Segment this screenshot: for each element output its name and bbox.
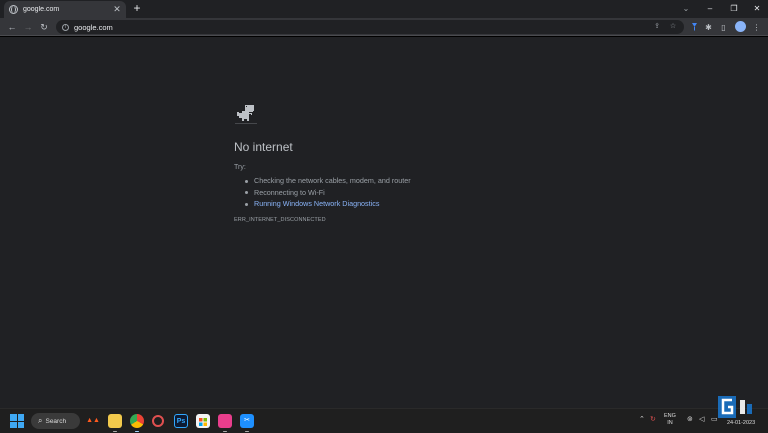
window-close-icon[interactable]: ✕ (745, 0, 768, 18)
maximize-icon[interactable]: ❐ (722, 0, 746, 18)
language-indicator[interactable]: ENG IN (664, 413, 676, 427)
start-tile (10, 421, 17, 428)
arrow-left-icon[interactable]: ← (5, 20, 19, 34)
chrome-icon[interactable] (130, 414, 144, 432)
file-explorer-icon[interactable] (108, 414, 122, 432)
kebab-menu-icon[interactable]: ⋮ (751, 22, 762, 33)
volume-icon[interactable]: ◁ (699, 415, 704, 423)
extension-pin-icon[interactable] (689, 22, 700, 33)
error-page: No internet Try: Checking the network ca… (0, 37, 768, 408)
error-code: ERR_INTERNET_DISCONNECTED (234, 217, 326, 223)
arrow-right-icon[interactable]: → (21, 20, 35, 34)
start-tile (17, 414, 24, 421)
search-label: Search (45, 417, 67, 425)
reload-icon[interactable]: ↻ (37, 20, 51, 34)
taskbar: ⌕ Search ▲▲ Ps ✂ ⌃ ↻ ENG IN ⊚ ◁ ▭ 24-01-… (0, 408, 768, 433)
new-tab-button[interactable]: + (131, 2, 143, 15)
start-tile (17, 421, 24, 428)
tab-close-icon[interactable]: ✕ (113, 5, 121, 14)
running-indicator (113, 430, 117, 432)
tray-sync-icon[interactable]: ↻ (650, 415, 656, 423)
app-icon-circle[interactable] (152, 415, 164, 427)
star-icon[interactable]: ☆ (668, 22, 678, 32)
list-item: Checking the network cables, modem, and … (244, 175, 411, 187)
share-icon[interactable]: ⇪ (652, 22, 662, 32)
list-item: Reconnecting to Wi-Fi (244, 187, 411, 199)
snipping-tool-icon[interactable]: ✂ (240, 414, 254, 432)
running-indicator (223, 430, 227, 432)
app-icon-orange[interactable]: ▲▲ (86, 414, 100, 428)
running-indicator (135, 430, 139, 432)
gadgets-logo-watermark (718, 396, 752, 418)
suggestion-list: Checking the network cables, modem, and … (244, 175, 411, 210)
language-region: IN (667, 420, 673, 426)
microsoft-store-icon[interactable] (196, 414, 210, 428)
try-label: Try: (234, 164, 246, 171)
tab-search-chevron-icon[interactable]: ⌄ (680, 3, 692, 14)
browser-toolbar: ← → ↻ i google.com ⇪ ☆ ✱ ▯ ⋮ (0, 18, 768, 36)
tab-strip: google.com ✕ + ⌄ – ❐ ✕ (0, 0, 768, 18)
start-tile (10, 414, 17, 421)
side-panel-icon[interactable]: ▯ (718, 22, 729, 33)
tray-chevron-up-icon[interactable]: ⌃ (639, 415, 645, 423)
app-icon-pink[interactable] (218, 414, 232, 432)
wifi-off-icon[interactable]: ⊚ (687, 415, 693, 423)
globe-icon (9, 5, 18, 14)
taskbar-search-button[interactable]: ⌕ Search (31, 413, 80, 429)
dinosaur-icon (235, 105, 257, 124)
tab-google[interactable]: google.com ✕ (4, 1, 126, 18)
windows-start-button[interactable] (10, 414, 24, 428)
running-indicator (245, 430, 249, 432)
url-text[interactable]: google.com (74, 23, 652, 32)
network-diagnostics-link[interactable]: Running Windows Network Diagnostics (244, 198, 411, 210)
language-code: ENG (664, 413, 676, 419)
avatar[interactable] (735, 21, 746, 32)
search-icon: ⌕ (38, 416, 43, 425)
address-bar[interactable]: i google.com ⇪ ☆ (56, 20, 684, 34)
tab-title: google.com (23, 6, 60, 13)
puzzle-icon[interactable]: ✱ (703, 22, 714, 33)
page-title: No internet (234, 140, 293, 154)
info-icon[interactable]: i (62, 23, 69, 31)
photoshop-icon[interactable]: Ps (174, 414, 188, 428)
minimize-icon[interactable]: – (698, 0, 722, 18)
